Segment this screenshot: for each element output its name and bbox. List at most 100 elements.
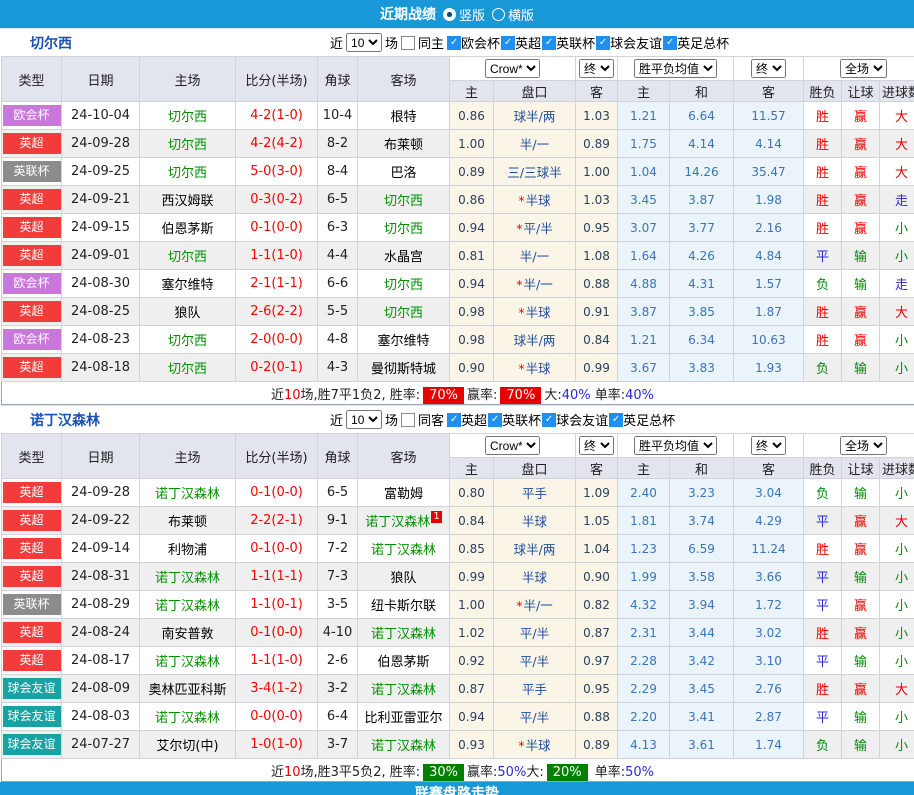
checked-checkbox-icon[interactable]: ✓ — [447, 36, 461, 50]
league-filter-item[interactable]: ✓球会友谊 — [542, 410, 608, 429]
checked-checkbox-icon[interactable]: ✓ — [542, 36, 556, 50]
final-odds-select-1[interactable]: 终 — [579, 436, 614, 455]
score-value: 5-0(3-0) — [250, 164, 303, 179]
corner-cell: 8-2 — [318, 130, 358, 158]
mean-draw-cell: 3.74 — [670, 507, 734, 535]
fulltime-select[interactable]: 全场 — [840, 436, 887, 455]
mean-draw-cell: 3.45 — [670, 675, 734, 703]
league-filter-item[interactable]: ✓英超 — [501, 33, 541, 52]
same-venue-checkbox[interactable] — [401, 413, 415, 427]
final-odds-select-1[interactable]: 终 — [579, 59, 614, 78]
summary-text: 近 — [271, 388, 284, 403]
bookmaker-select[interactable]: Crow* — [485, 436, 540, 455]
final-odds-select-2[interactable]: 终 — [751, 436, 786, 455]
match-date-cell: 24-08-31 — [62, 563, 140, 591]
same-venue-checkbox[interactable] — [401, 36, 415, 50]
league-filter-item[interactable]: ✓欧会杯 — [447, 33, 500, 52]
league-checkbox-group: ✓英超✓英联杯✓球会友谊✓英足总杯 — [447, 410, 676, 429]
radio-selected-icon[interactable] — [443, 8, 456, 21]
away-odds-cell: 1.04 — [576, 535, 618, 563]
home-team-name: 诺丁汉森林 — [155, 655, 220, 670]
summary-text: 近 — [271, 765, 284, 780]
match-type-cell: 欧会杯 — [2, 102, 62, 130]
league-filter-item[interactable]: ✓英超 — [447, 410, 487, 429]
goals-result-cell: 小 — [880, 354, 914, 382]
match-count-select[interactable]: 10 — [346, 33, 382, 52]
goals-result-cell: 大 — [880, 507, 914, 535]
radio-unselected-icon[interactable] — [492, 8, 505, 21]
match-date-cell: 24-08-18 — [62, 354, 140, 382]
match-type-badge: 英超 — [3, 189, 61, 210]
mean-away-cell: 4.14 — [734, 130, 804, 158]
away-team-cell: 诺丁汉森林 — [358, 731, 450, 759]
goals-result-cell: 小 — [880, 326, 914, 354]
goals-result-cell: 小 — [880, 731, 914, 759]
layout-radio-horizontal[interactable]: 横版 — [492, 5, 534, 24]
checked-checkbox-icon[interactable]: ✓ — [488, 413, 502, 427]
away-team-name: 纽卡斯尔联 — [371, 599, 436, 614]
away-odds-cell: 0.82 — [576, 591, 618, 619]
match-date-cell: 24-08-09 — [62, 675, 140, 703]
result-cell: 胜 — [804, 326, 842, 354]
match-type-badge: 英超 — [3, 301, 61, 322]
same-venue-label: 同主 — [418, 33, 444, 52]
handicap-cell: 平/半 — [494, 647, 576, 675]
league-filter-item[interactable]: ✓英足总杯 — [663, 33, 729, 52]
away-team-name: 比利亚雷亚尔 — [364, 711, 442, 726]
mean-select[interactable]: 胜平负均值 — [634, 59, 717, 78]
match-type-badge: 英超 — [3, 482, 61, 503]
match-date-cell: 24-08-03 — [62, 703, 140, 731]
mean-select[interactable]: 胜平负均值 — [634, 436, 717, 455]
score-value: 0-1(0-0) — [250, 541, 303, 556]
league-filter-label: 英足总杯 — [623, 410, 675, 429]
match-type-cell: 英超 — [2, 130, 62, 158]
home-odds-cell: 0.86 — [450, 102, 494, 130]
handicap-result-cell: 输 — [842, 479, 880, 507]
checked-checkbox-icon[interactable]: ✓ — [609, 413, 623, 427]
handicap-cell: 平手 — [494, 479, 576, 507]
away-odds-cell: 1.09 — [576, 479, 618, 507]
mean-draw-cell: 3.83 — [670, 354, 734, 382]
league-filter-item[interactable]: ✓球会友谊 — [596, 33, 662, 52]
checked-checkbox-icon[interactable]: ✓ — [542, 413, 556, 427]
final-odds-select-2[interactable]: 终 — [751, 59, 786, 78]
home-team-cell: 诺丁汉森林 — [140, 563, 236, 591]
checked-checkbox-icon[interactable]: ✓ — [447, 413, 461, 427]
bookmaker-select[interactable]: Crow* — [485, 59, 540, 78]
league-filter-item[interactable]: ✓英联杯 — [542, 33, 595, 52]
layout-radio-vertical[interactable]: 竖版 — [443, 5, 485, 24]
result-cell: 负 — [804, 270, 842, 298]
match-type-badge: 英超 — [3, 650, 61, 671]
summary-row: 近10场,胜7平1负2, 胜率:70%赢率:70%大:40% 单率:40% — [2, 382, 914, 405]
match-type-badge: 英超 — [3, 245, 61, 266]
section-header-forest: 诺丁汉森林 近 10 场 同客 ✓英超✓英联杯✓球会友谊✓英足总杯 — [0, 405, 914, 433]
away-team-cell: 切尔西 — [358, 214, 450, 242]
checked-checkbox-icon[interactable]: ✓ — [501, 36, 515, 50]
league-filter-item[interactable]: ✓英足总杯 — [609, 410, 675, 429]
home-team-name: 诺丁汉森林 — [155, 599, 220, 614]
home-team-name: 塞尔维特 — [161, 278, 213, 293]
match-type-cell: 球会友谊 — [2, 731, 62, 759]
next-section-title: 联赛盘路走势 — [415, 786, 499, 795]
match-count-select[interactable]: 10 — [346, 410, 382, 429]
handicap-cell: 半/一 — [494, 130, 576, 158]
home-team-cell: 奥林匹亚科斯 — [140, 675, 236, 703]
mean-home-cell: 1.21 — [618, 326, 670, 354]
away-odds-cell: 1.03 — [576, 186, 618, 214]
fulltime-select[interactable]: 全场 — [840, 59, 887, 78]
team-name: 诺丁汉森林 — [30, 410, 330, 430]
checked-checkbox-icon[interactable]: ✓ — [596, 36, 610, 50]
checked-checkbox-icon[interactable]: ✓ — [663, 36, 677, 50]
mean-home-cell: 1.99 — [618, 563, 670, 591]
rate-badge: 30% — [423, 764, 464, 781]
match-type-cell: 英超 — [2, 298, 62, 326]
handicap-changed-star: * — [516, 221, 522, 236]
result-cell: 胜 — [804, 130, 842, 158]
league-filter-item[interactable]: ✓英联杯 — [488, 410, 541, 429]
handicap-cell: 球半/两 — [494, 102, 576, 130]
goals-result-cell: 小 — [880, 563, 914, 591]
table-row: 英超24-08-18切尔西0-2(0-1)4-3曼彻斯特城0.90*半球0.99… — [2, 354, 914, 382]
home-team-cell: 诺丁汉森林 — [140, 591, 236, 619]
mean-away-cell: 1.98 — [734, 186, 804, 214]
handicap-result-cell: 赢 — [842, 591, 880, 619]
